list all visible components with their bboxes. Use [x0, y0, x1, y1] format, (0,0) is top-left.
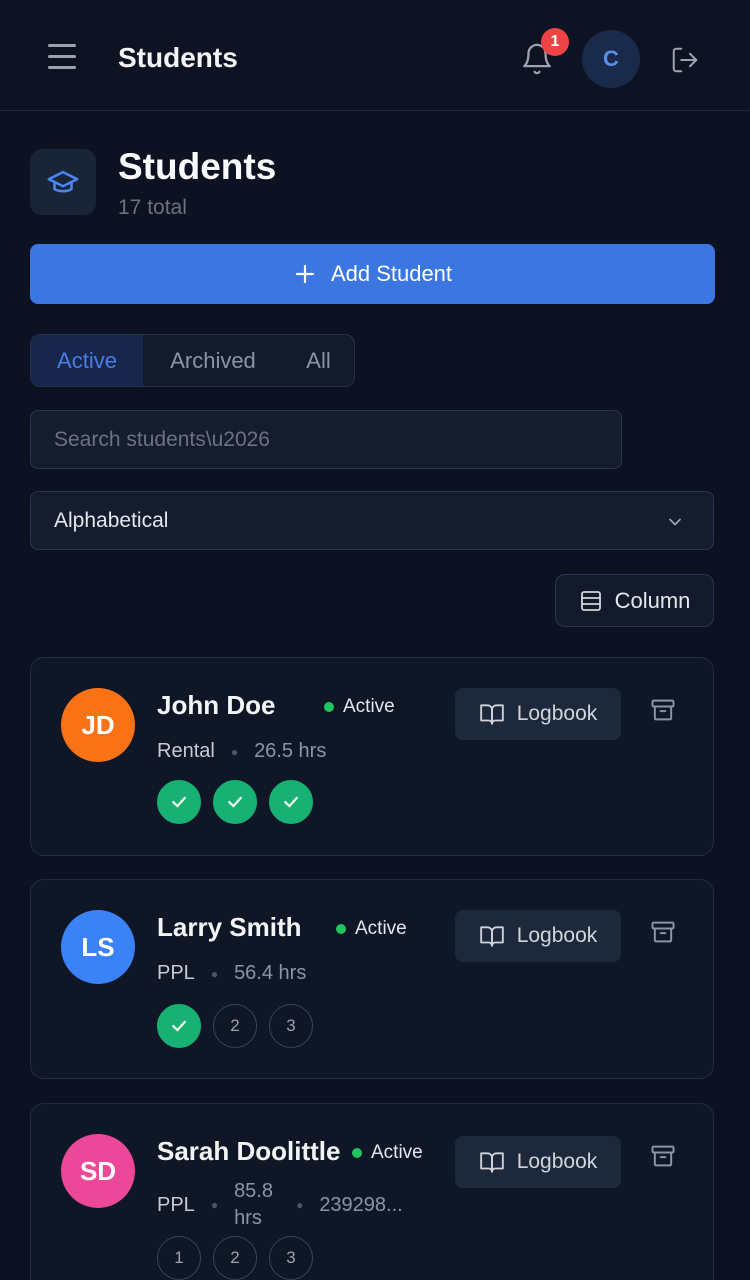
- add-student-label: Add Student: [330, 261, 453, 286]
- license-type: Rental: [157, 740, 215, 762]
- student-card[interactable]: SD Sarah Doolittle Active PPL ● 85.8 hrs…: [30, 1103, 714, 1280]
- flight-hours: 56.4 hrs: [234, 962, 307, 984]
- tab-active[interactable]: Active: [31, 335, 143, 386]
- progress-step: 3: [269, 1004, 313, 1048]
- student-avatar: JD: [61, 688, 135, 762]
- logbook-button[interactable]: Logbook: [455, 910, 621, 962]
- student-count: 17 total: [118, 196, 187, 219]
- tab-archived[interactable]: Archived: [143, 335, 283, 386]
- license-type: PPL: [157, 1193, 195, 1216]
- student-extra-info: 239298...: [319, 1193, 403, 1216]
- user-avatar[interactable]: C: [582, 30, 640, 88]
- progress-steps: 1 2 3: [157, 1236, 313, 1280]
- student-meta: PPL ● 85.8 hrs ● 239298...: [157, 1178, 403, 1232]
- flight-hours: 26.5 hrs: [254, 740, 327, 762]
- plus-icon: [295, 264, 315, 284]
- step-complete-icon: [157, 1004, 201, 1048]
- status-tabs: Active Archived All: [30, 334, 355, 387]
- chevron-down-icon: [669, 518, 681, 526]
- logbook-label: Logbook: [516, 1150, 598, 1173]
- logout-icon[interactable]: [670, 45, 700, 75]
- logbook-button[interactable]: Logbook: [455, 688, 621, 740]
- step-complete-icon: [157, 780, 201, 824]
- book-icon: [479, 704, 504, 725]
- columns-icon: [580, 590, 601, 611]
- progress-step: 3: [269, 1236, 313, 1280]
- logbook-label: Logbook: [516, 924, 598, 947]
- status-badge: Active: [324, 696, 395, 718]
- progress-steps: 2 3: [157, 1004, 313, 1048]
- tab-all[interactable]: All: [283, 335, 354, 386]
- sort-select[interactable]: Alphabetical: [30, 491, 714, 550]
- graduation-cap-icon: [30, 149, 96, 215]
- step-complete-icon: [269, 780, 313, 824]
- book-icon: [479, 1152, 504, 1173]
- top-bar: Students 1 C: [0, 0, 750, 111]
- status-badge: Active: [336, 918, 407, 940]
- menu-icon[interactable]: [46, 44, 78, 76]
- step-complete-icon: [213, 780, 257, 824]
- book-icon: [479, 926, 504, 947]
- student-card[interactable]: LS Larry Smith Active PPL ● 56.4 hrs 2 3…: [30, 879, 714, 1079]
- column-view-button[interactable]: Column: [555, 574, 714, 627]
- student-meta: PPL ● 56.4 hrs: [157, 962, 307, 984]
- student-avatar: LS: [61, 910, 135, 984]
- license-type: PPL: [157, 962, 195, 984]
- student-name[interactable]: Sarah Doolittle: [157, 1136, 340, 1167]
- notification-badge: 1: [541, 28, 569, 56]
- archive-icon[interactable]: [649, 696, 677, 724]
- search-input[interactable]: [30, 410, 622, 469]
- student-avatar: SD: [61, 1134, 135, 1208]
- logbook-button[interactable]: Logbook: [455, 1136, 621, 1188]
- progress-step: 2: [213, 1236, 257, 1280]
- progress-steps: [157, 780, 313, 824]
- flight-hours: 85.8 hrs: [234, 1180, 273, 1229]
- sort-selected-value: Alphabetical: [54, 508, 169, 532]
- student-meta: Rental ● 26.5 hrs: [157, 740, 327, 762]
- progress-step: 1: [157, 1236, 201, 1280]
- logbook-label: Logbook: [516, 702, 598, 725]
- column-label: Column: [614, 587, 691, 613]
- progress-step: 2: [213, 1004, 257, 1048]
- archive-icon[interactable]: [649, 918, 677, 946]
- archive-icon[interactable]: [649, 1142, 677, 1170]
- add-student-button[interactable]: Add Student: [30, 244, 715, 304]
- student-card[interactable]: JD John Doe Active Rental ● 26.5 hrs Log…: [30, 657, 714, 856]
- page-title: Students: [118, 146, 277, 187]
- app-title: Students: [118, 42, 238, 73]
- status-badge: Active: [352, 1142, 423, 1164]
- student-name[interactable]: John Doe: [157, 690, 275, 721]
- student-name[interactable]: Larry Smith: [157, 912, 302, 943]
